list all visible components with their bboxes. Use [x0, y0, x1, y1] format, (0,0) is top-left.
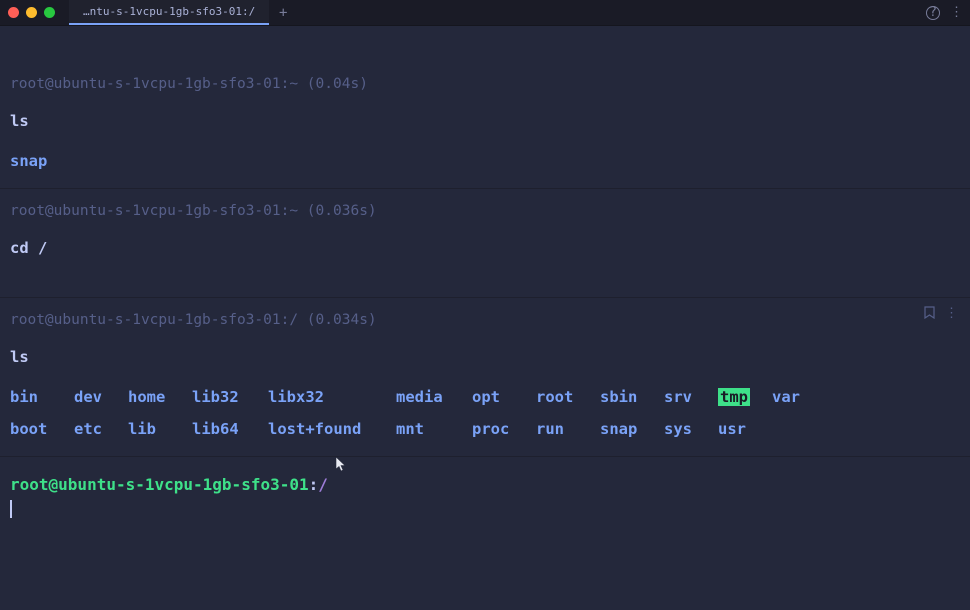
current-prompt-block[interactable]: root@ubuntu-s-1vcpu-1gb-sfo3-01:/	[0, 456, 970, 524]
dir-entry: bin	[10, 388, 74, 406]
dir-entry: home	[128, 388, 192, 406]
command-block[interactable]: ⋮ root@ubuntu-s-1vcpu-1gb-sfo3-01:/ (0.0…	[0, 297, 970, 456]
dir-entry	[772, 420, 826, 438]
terminal[interactable]: root@ubuntu-s-1vcpu-1gb-sfo3-01:~ (0.04s…	[0, 26, 970, 524]
dir-entry: lib32	[192, 388, 268, 406]
command-block[interactable]: root@ubuntu-s-1vcpu-1gb-sfo3-01:~ (0.04s…	[0, 26, 970, 188]
dir-entry: boot	[10, 420, 74, 438]
title-bar: …ntu-s-1vcpu-1gb-sfo3-01:/ + ? ⋮	[0, 0, 970, 26]
prompt-colon: :	[309, 475, 319, 494]
prompt-user-host: root@ubuntu-s-1vcpu-1gb-sfo3-01	[10, 475, 309, 494]
dir-entry: etc	[74, 420, 128, 438]
more-menu-icon[interactable]: ⋮	[950, 5, 962, 20]
close-window-icon[interactable]	[8, 7, 19, 18]
dir-entry: libx32	[268, 388, 396, 406]
dir-entry: usr	[718, 420, 772, 438]
dir-entry: sbin	[600, 388, 664, 406]
command-text: cd /	[10, 239, 960, 257]
block-more-icon[interactable]: ⋮	[945, 306, 958, 323]
help-icon[interactable]: ?	[926, 6, 940, 20]
command-output: bindevhomelib32libx32mediaoptrootsbinsrv…	[10, 388, 960, 438]
dir-entry: sys	[664, 420, 718, 438]
prompt-context: root@ubuntu-s-1vcpu-1gb-sfo3-01:~ (0.036…	[10, 203, 960, 219]
dir-entry: root	[536, 388, 600, 406]
minimize-window-icon[interactable]	[26, 7, 37, 18]
dir-entry: snap	[10, 152, 47, 170]
command-text: ls	[10, 112, 960, 130]
dir-entry: media	[396, 388, 472, 406]
new-tab-button[interactable]: +	[269, 0, 297, 25]
dir-entry: dev	[74, 388, 128, 406]
dir-entry: opt	[472, 388, 536, 406]
dir-entry: tmp	[718, 388, 750, 406]
dir-entry: proc	[472, 420, 536, 438]
text-cursor-icon	[10, 500, 12, 518]
dir-entry: var	[772, 388, 826, 406]
prompt-cwd: /	[318, 475, 328, 494]
current-prompt: root@ubuntu-s-1vcpu-1gb-sfo3-01:/	[10, 475, 960, 494]
dir-entry: mnt	[396, 420, 472, 438]
tabs: …ntu-s-1vcpu-1gb-sfo3-01:/ +	[69, 0, 297, 25]
command-output: snap	[10, 152, 960, 170]
dir-entry: lib64	[192, 420, 268, 438]
window-controls	[8, 7, 55, 18]
prompt-context: root@ubuntu-s-1vcpu-1gb-sfo3-01:~ (0.04s…	[10, 76, 960, 92]
dir-entry: lost+found	[268, 420, 396, 438]
command-block[interactable]: root@ubuntu-s-1vcpu-1gb-sfo3-01:~ (0.036…	[0, 188, 970, 297]
dir-entry: run	[536, 420, 600, 438]
bookmark-icon[interactable]	[924, 306, 935, 323]
tab-active[interactable]: …ntu-s-1vcpu-1gb-sfo3-01:/	[69, 0, 269, 25]
command-text: ls	[10, 348, 960, 366]
input-line[interactable]	[10, 500, 960, 518]
dir-entry: snap	[600, 420, 664, 438]
dir-entry: lib	[128, 420, 192, 438]
dir-entry: srv	[664, 388, 718, 406]
prompt-context: root@ubuntu-s-1vcpu-1gb-sfo3-01:/ (0.034…	[10, 312, 960, 328]
title-bar-right: ? ⋮	[926, 5, 962, 20]
block-toolbar: ⋮	[924, 306, 958, 323]
maximize-window-icon[interactable]	[44, 7, 55, 18]
